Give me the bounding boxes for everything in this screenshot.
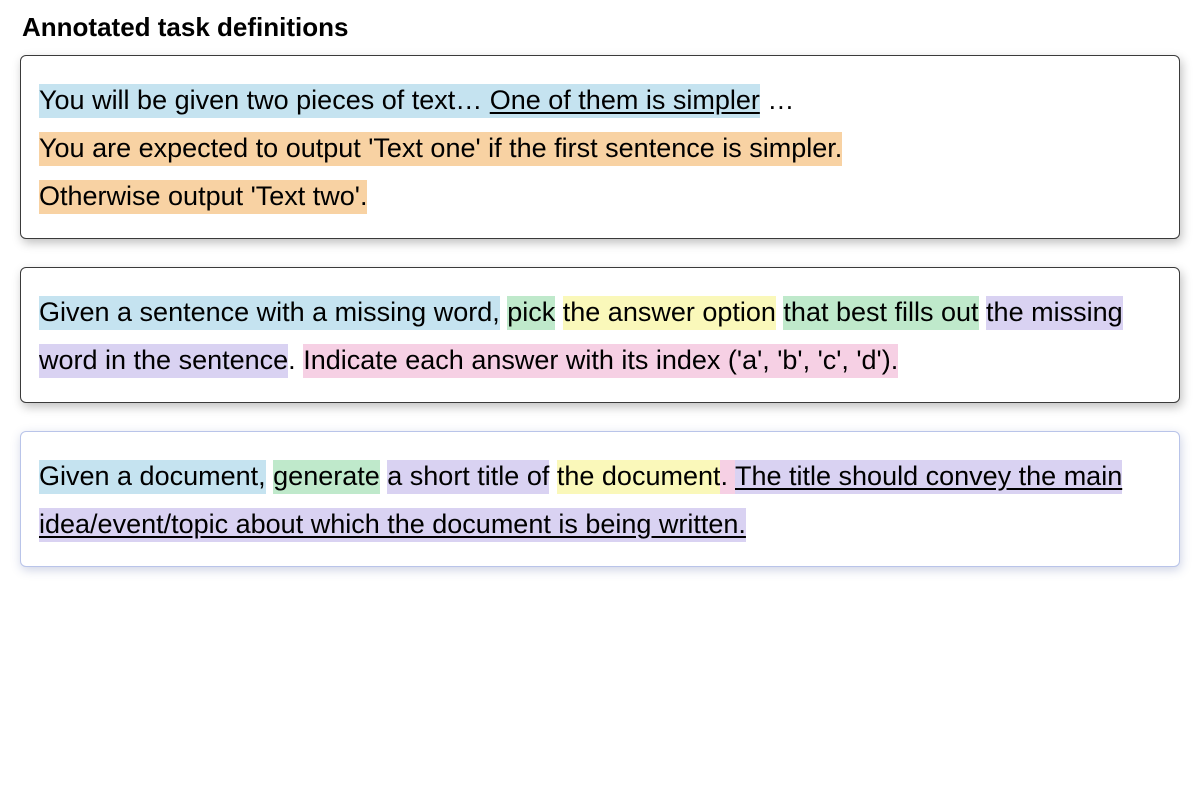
text-segment: generate xyxy=(273,460,380,494)
text-segment: You are expected to output 'Text one' if… xyxy=(39,132,842,166)
text-segment: Otherwise output 'Text two'. xyxy=(39,180,367,214)
text-segment: One of them is simpler xyxy=(490,84,760,118)
text-segment: the answer option xyxy=(563,296,776,330)
task-text-3: Given a document, generate a short title… xyxy=(39,452,1161,548)
text-segment: You will be given two pieces of text… xyxy=(39,84,490,118)
text-segment xyxy=(555,296,563,330)
text-segment: the document xyxy=(557,460,721,494)
task-card-1: You will be given two pieces of text… On… xyxy=(20,55,1180,239)
text-segment: … xyxy=(760,84,795,118)
text-segment xyxy=(549,460,557,494)
task-card-3: Given a document, generate a short title… xyxy=(20,431,1180,567)
text-segment: . xyxy=(720,460,735,494)
text-segment: Given a document, xyxy=(39,460,266,494)
task-card-2: Given a sentence with a missing word, pi… xyxy=(20,267,1180,403)
task-text-2: Given a sentence with a missing word, pi… xyxy=(39,288,1161,384)
text-segment: Indicate each answer with its index ('a'… xyxy=(303,344,898,378)
text-segment: that best fills out xyxy=(783,296,978,330)
text-segment xyxy=(979,296,987,330)
text-segment: Given a sentence with a missing word, xyxy=(39,296,500,330)
task-text-1: You will be given two pieces of text… On… xyxy=(39,76,1161,220)
text-segment: . xyxy=(288,344,296,378)
figure-heading: Annotated task definitions xyxy=(22,12,1180,43)
text-segment: pick xyxy=(507,296,555,330)
text-segment: a short title of xyxy=(387,460,549,494)
